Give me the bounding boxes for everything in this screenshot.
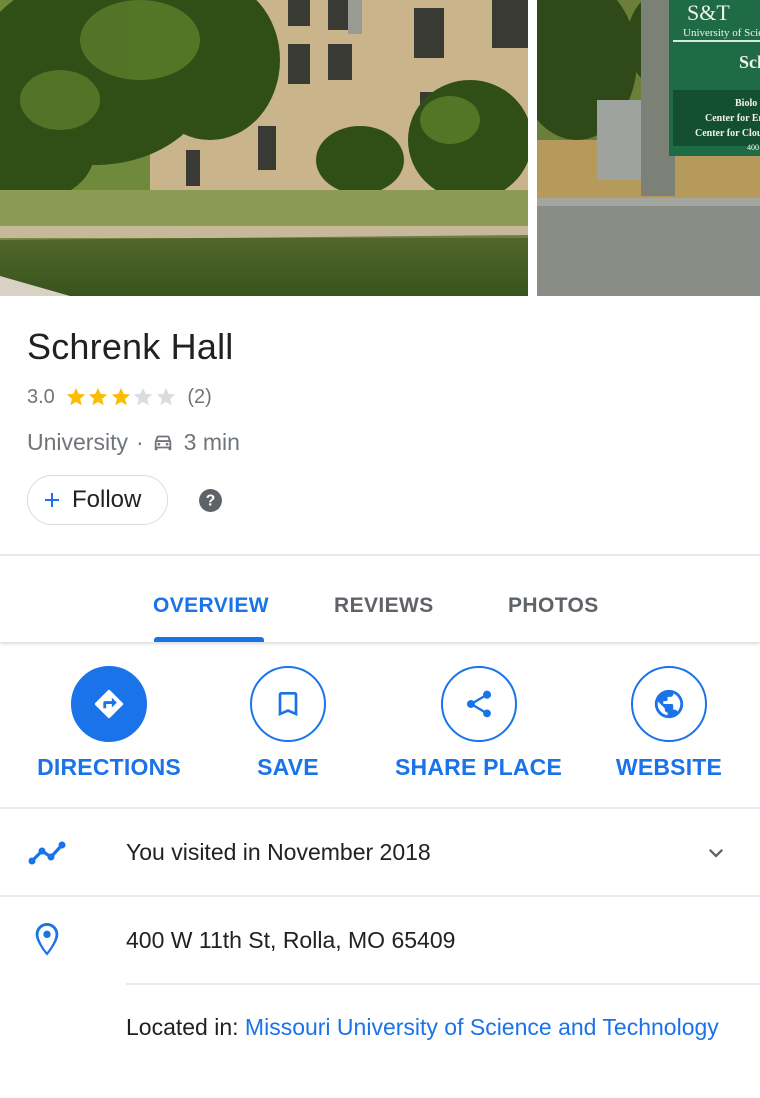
- drive-time: 3 min: [183, 428, 240, 455]
- save-button[interactable]: SAVE: [249, 666, 327, 781]
- star-filled-icon: [89, 387, 108, 406]
- star-filled-icon: [66, 387, 85, 406]
- tab-overview[interactable]: OVERVIEW: [153, 594, 269, 618]
- svg-text:?: ?: [206, 493, 216, 510]
- share-label: SHARE PLACE: [394, 754, 563, 780]
- tab-reviews[interactable]: REVIEWS: [334, 594, 434, 618]
- directions-label: DIRECTIONS: [37, 754, 181, 780]
- visit-history-text[interactable]: You visited in November 2018: [126, 839, 431, 866]
- follow-label: Follow: [72, 486, 142, 513]
- star-empty-icon: [156, 387, 175, 406]
- sign-logo: S&T: [687, 0, 730, 25]
- share-place-button[interactable]: SHARE PLACE: [394, 666, 563, 781]
- sign-line6: 400: [747, 143, 759, 152]
- sign-photo[interactable]: S&T University of Scien Sch Biolo Center…: [537, 0, 760, 296]
- website-circle: [631, 666, 707, 742]
- location-pin-icon: [30, 920, 64, 960]
- follow-button[interactable]: Follow: [27, 475, 168, 525]
- share-circle: [440, 666, 517, 742]
- sign-line5: Center for Clou: [695, 128, 760, 139]
- sign-line1: University of Scien: [683, 27, 760, 39]
- directions-button[interactable]: DIRECTIONS: [37, 666, 181, 781]
- separator-dot: ·: [135, 428, 144, 455]
- active-tab-indicator: [154, 637, 264, 642]
- save-label: SAVE: [257, 754, 319, 780]
- website-button[interactable]: WEBSITE: [615, 666, 723, 781]
- category-row: University · 3 min: [27, 427, 240, 457]
- timeline-icon: [28, 839, 68, 867]
- located-in-link[interactable]: Missouri University of Science and Techn…: [245, 1014, 719, 1040]
- globe-icon: [654, 689, 684, 719]
- sign-line4: Center for En: [705, 113, 760, 124]
- save-circle: [250, 666, 326, 742]
- place-title: Schrenk Hall: [27, 326, 234, 367]
- star-rating: [65, 386, 178, 408]
- star-filled-icon: [111, 387, 130, 406]
- directions-circle: [71, 666, 147, 742]
- tab-bar: OVERVIEW REVIEWS PHOTOS: [0, 556, 760, 642]
- photo-strip[interactable]: S&T University of Scien Sch Biolo Center…: [0, 0, 760, 296]
- address-divider: [126, 983, 760, 985]
- category-label: University: [27, 428, 128, 455]
- bookmark-icon: [278, 692, 298, 716]
- chevron-down-icon[interactable]: [702, 839, 730, 867]
- actions-divider: [0, 807, 760, 809]
- review-count[interactable]: (2): [187, 386, 211, 409]
- sign-line2: Sch: [739, 52, 760, 72]
- help-icon[interactable]: ?: [198, 488, 223, 513]
- visit-divider: [0, 895, 760, 897]
- car-icon: [152, 431, 174, 453]
- tab-photos[interactable]: PHOTOS: [508, 594, 599, 618]
- rating-row[interactable]: 3.0 (2): [27, 383, 212, 411]
- building-photo[interactable]: [0, 0, 528, 296]
- share-icon: [466, 690, 491, 718]
- address-text[interactable]: 400 W 11th St, Rolla, MO 65409: [126, 927, 455, 954]
- located-in-label: Located in:: [126, 1014, 245, 1040]
- rating-value: 3.0: [27, 385, 55, 408]
- directions-icon: [94, 689, 124, 719]
- website-label: WEBSITE: [615, 754, 723, 780]
- plus-icon: [40, 488, 64, 512]
- sign-line3: Biolo: [735, 98, 757, 109]
- star-empty-icon: [134, 387, 153, 406]
- located-in: Located in: Missouri University of Scien…: [126, 1006, 726, 1048]
